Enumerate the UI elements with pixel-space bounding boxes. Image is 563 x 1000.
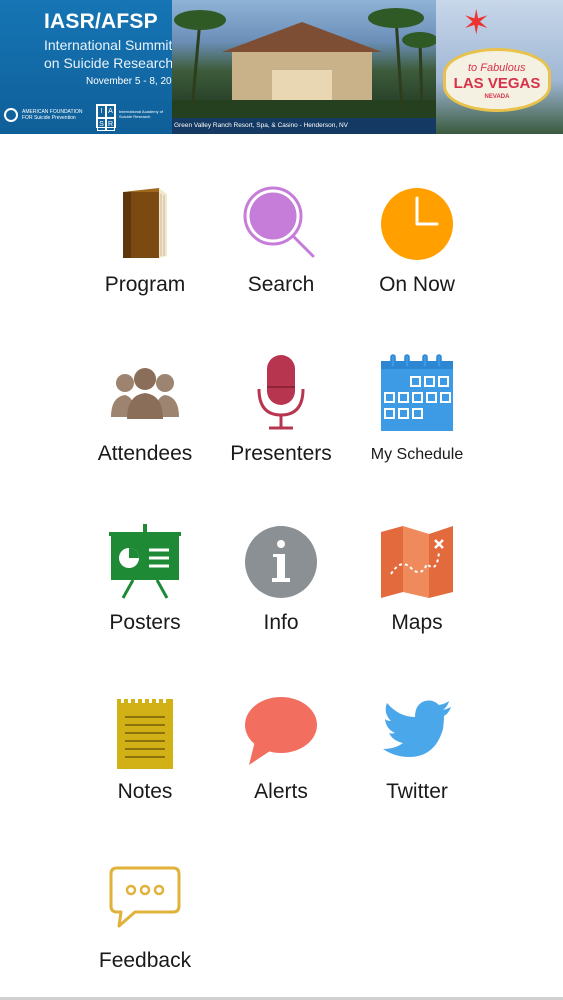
magnifier-icon [241, 184, 321, 264]
vegas-star-icon: ✶ [462, 4, 491, 42]
menu-item-label: Attendees [97, 442, 193, 465]
twitter-bird-icon [377, 691, 457, 771]
menu-item-label: Search [247, 273, 315, 296]
book-icon [105, 184, 185, 264]
microphone-icon [241, 353, 321, 433]
speech-bubble-icon [241, 691, 321, 771]
afsp-logo-text: AMERICAN FOUNDATION FOR Suicide Preventi… [22, 109, 83, 121]
menu-item-label: Maps [391, 611, 443, 634]
iasr-letter: S [97, 118, 106, 131]
info-icon [241, 522, 321, 602]
afsp-logo-icon [4, 108, 18, 122]
iasr-letter: I [97, 105, 106, 118]
menu-item-label: Twitter [386, 780, 448, 803]
menu-item-on-now[interactable]: On Now [349, 184, 485, 314]
menu-item-label: Posters [109, 611, 181, 634]
menu-item-presenters[interactable]: Presenters [213, 353, 349, 483]
people-icon [105, 353, 185, 433]
easel-icon [105, 522, 185, 602]
menu-item-label: Program [104, 273, 186, 296]
vegas-sign-title: LAS VEGAS [453, 75, 541, 92]
venue-caption: Green Valley Ranch Resort, Spa, & Casino… [172, 118, 436, 134]
iasr-logo-icon: I A S R [96, 104, 116, 131]
menu-item-label: Info [263, 611, 299, 634]
banner-subtitle-line1: International Summit [44, 37, 173, 53]
banner-title: IASR/AFSP [44, 10, 158, 33]
clock-icon [377, 184, 457, 264]
notepad-icon [105, 691, 185, 771]
menu-item-label: On Now [379, 273, 455, 296]
menu-item-posters[interactable]: Posters [77, 522, 213, 652]
menu-item-label: Notes [117, 780, 173, 803]
menu-item-attendees[interactable]: Attendees [77, 353, 213, 483]
header-banner: IASR/AFSP International Summit on Suicid… [0, 0, 563, 134]
menu-item-label: Alerts [254, 780, 308, 803]
menu-item-maps[interactable]: Maps [349, 522, 485, 652]
iasr-logo-text: International Academy of Suicide Researc… [119, 109, 164, 119]
iasr-letter: A [106, 105, 115, 118]
menu-item-notes[interactable]: Notes [77, 691, 213, 821]
menu-item-search[interactable]: Search [213, 184, 349, 314]
vegas-sign-state: NEVADA [484, 94, 510, 100]
resort-photo [172, 0, 438, 118]
menu-item-program[interactable]: Program [77, 184, 213, 314]
banner-subtitle-line2: on Suicide Research [44, 55, 174, 71]
calendar-icon [377, 353, 457, 433]
menu-item-label: Feedback [98, 949, 192, 972]
banner-dates: November 5 - 8, 2017 [86, 76, 183, 87]
chat-dots-icon [105, 860, 185, 940]
menu-item-label: Presenters [230, 442, 332, 465]
map-icon [377, 522, 457, 602]
menu-item-twitter[interactable]: Twitter [349, 691, 485, 821]
menu-item-info[interactable]: Info [213, 522, 349, 652]
menu-item-alerts[interactable]: Alerts [213, 691, 349, 821]
menu-item-my-schedule[interactable]: My Schedule [349, 353, 485, 483]
iasr-letter: R [106, 118, 115, 131]
menu-item-feedback[interactable]: Feedback [77, 860, 213, 990]
vegas-sign-fabulous: to Fabulous [468, 62, 526, 74]
menu-item-label: My Schedule [370, 446, 464, 463]
